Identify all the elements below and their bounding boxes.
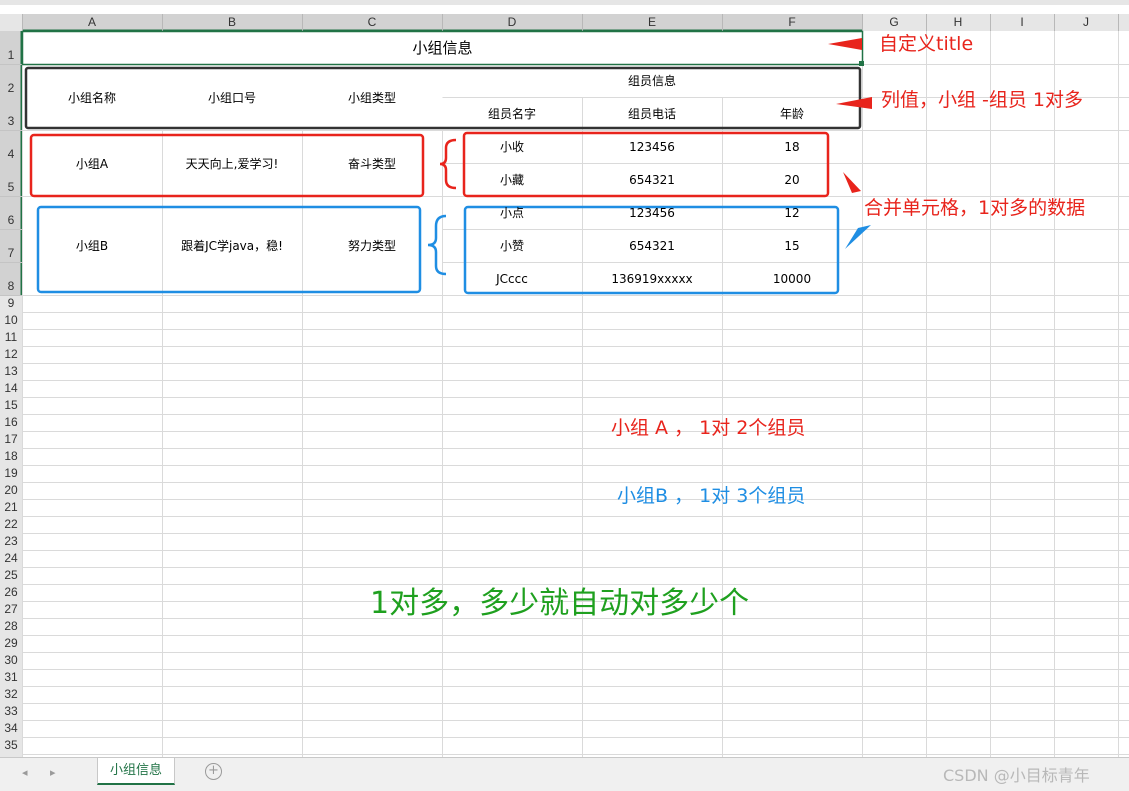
row-header-35[interactable]: 35 <box>0 737 22 754</box>
member-name-cell[interactable]: 小收 <box>442 130 582 163</box>
row-header-1[interactable]: 1 <box>0 46 22 64</box>
row-header-26[interactable]: 26 <box>0 584 22 601</box>
scroll-tabs-right-icon[interactable]: ▸ <box>50 766 56 779</box>
row-header-5[interactable]: 5 <box>0 179 22 196</box>
row-header-13[interactable]: 13 <box>0 363 22 380</box>
row-header-12[interactable]: 12 <box>0 346 22 363</box>
group-b-name-cell[interactable]: 小组B <box>22 196 162 295</box>
member-age-cell[interactable]: 10000 <box>722 262 862 295</box>
row-header-11[interactable]: 11 <box>0 329 22 346</box>
header-group-slogan[interactable]: 小组口号 <box>162 64 302 130</box>
member-name-cell[interactable]: 小点 <box>442 196 582 229</box>
group-b-slogan-cell[interactable]: 跟着JC学java，稳! <box>162 196 302 295</box>
watermark-text: CSDN @小目标青年 <box>943 766 1090 785</box>
member-name-cell[interactable]: 小赞 <box>442 229 582 262</box>
member-phone-cell[interactable]: 123456 <box>582 196 722 229</box>
row-header-25[interactable]: 25 <box>0 567 22 584</box>
row-header-19[interactable]: 19 <box>0 465 22 482</box>
column-header-d[interactable]: D <box>442 14 582 31</box>
row-header-18[interactable]: 18 <box>0 448 22 465</box>
row-header-31[interactable]: 31 <box>0 669 22 686</box>
row-header-28[interactable]: 28 <box>0 618 22 635</box>
header-member-age[interactable]: 年龄 <box>722 97 862 130</box>
header-group-type[interactable]: 小组类型 <box>302 64 442 130</box>
member-age-cell[interactable]: 12 <box>722 196 862 229</box>
member-phone-cell[interactable]: 123456 <box>582 130 722 163</box>
row-header-14[interactable]: 14 <box>0 380 22 397</box>
row-header-10[interactable]: 10 <box>0 312 22 329</box>
column-header-i[interactable]: I <box>990 14 1054 31</box>
group-a-slogan-cell[interactable]: 天天向上,爱学习! <box>162 130 302 196</box>
row-header-4[interactable]: 4 <box>0 146 22 163</box>
member-phone-cell[interactable]: 654321 <box>582 229 722 262</box>
member-age-cell[interactable]: 20 <box>722 163 862 196</box>
row-header-16[interactable]: 16 <box>0 414 22 431</box>
member-phone-cell[interactable]: 654321 <box>582 163 722 196</box>
row-header-34[interactable]: 34 <box>0 720 22 737</box>
annotation-column-values: 列值，小组 -组员 1对多 <box>881 89 1084 111</box>
row-header-2[interactable]: 2 <box>0 80 22 97</box>
header-member-info[interactable]: 组员信息 <box>442 64 862 97</box>
row-header-32[interactable]: 32 <box>0 686 22 703</box>
group-a-name-cell[interactable]: 小组A <box>22 130 162 196</box>
member-name-cell[interactable]: 小藏 <box>442 163 582 196</box>
row-header-22[interactable]: 22 <box>0 516 22 533</box>
header-group-name[interactable]: 小组名称 <box>22 64 162 130</box>
row-header-17[interactable]: 17 <box>0 431 22 448</box>
row-header-6[interactable]: 6 <box>0 212 22 229</box>
header-member-name[interactable]: 组员名字 <box>442 97 582 130</box>
member-name-cell[interactable]: JCccc <box>442 262 582 295</box>
annotation-custom-title: 自定义title <box>879 33 974 55</box>
row-header-27[interactable]: 27 <box>0 601 22 618</box>
row-header-3[interactable]: 3 <box>0 113 22 130</box>
row-header-30[interactable]: 30 <box>0 652 22 669</box>
annotation-summary: 1对多，多少就自动对多少个 <box>370 586 750 621</box>
group-b-type-cell[interactable]: 努力类型 <box>302 196 442 295</box>
scroll-tabs-left-icon[interactable]: ◂ <box>22 766 28 779</box>
member-age-cell[interactable]: 15 <box>722 229 862 262</box>
member-age-cell[interactable]: 18 <box>722 130 862 163</box>
annotation-merged-cells: 合并单元格，1对多的数据 <box>864 197 1086 219</box>
group-a-type-cell[interactable]: 奋斗类型 <box>302 130 442 196</box>
row-header-21[interactable]: 21 <box>0 499 22 516</box>
row-header-20[interactable]: 20 <box>0 482 22 499</box>
column-header-a[interactable]: A <box>22 14 162 31</box>
column-header-c[interactable]: C <box>302 14 442 31</box>
column-header-b[interactable]: B <box>162 14 302 31</box>
row-header-23[interactable]: 23 <box>0 533 22 550</box>
row-header-9[interactable]: 9 <box>0 295 22 312</box>
sheet-tab-active[interactable]: 小组信息 <box>97 758 175 785</box>
column-header-j[interactable]: J <box>1054 14 1118 31</box>
row-header-24[interactable]: 24 <box>0 550 22 567</box>
row-header-7[interactable]: 7 <box>0 245 22 262</box>
row-header-15[interactable]: 15 <box>0 397 22 414</box>
row-header-29[interactable]: 29 <box>0 635 22 652</box>
header-member-phone[interactable]: 组员电话 <box>582 97 722 130</box>
column-header-e[interactable]: E <box>582 14 722 31</box>
column-header-f[interactable]: F <box>722 14 862 31</box>
row-header-8[interactable]: 8 <box>0 278 22 295</box>
row-header-33[interactable]: 33 <box>0 703 22 720</box>
sheet-title-cell[interactable]: 小组信息 <box>22 31 863 64</box>
annotation-group-a: 小组 A ， 1对 2个组员 <box>611 417 806 439</box>
add-sheet-button[interactable]: + <box>205 763 222 780</box>
member-phone-cell[interactable]: 136919xxxxx <box>582 262 722 295</box>
annotation-group-b: 小组B ， 1对 3个组员 <box>617 485 806 507</box>
